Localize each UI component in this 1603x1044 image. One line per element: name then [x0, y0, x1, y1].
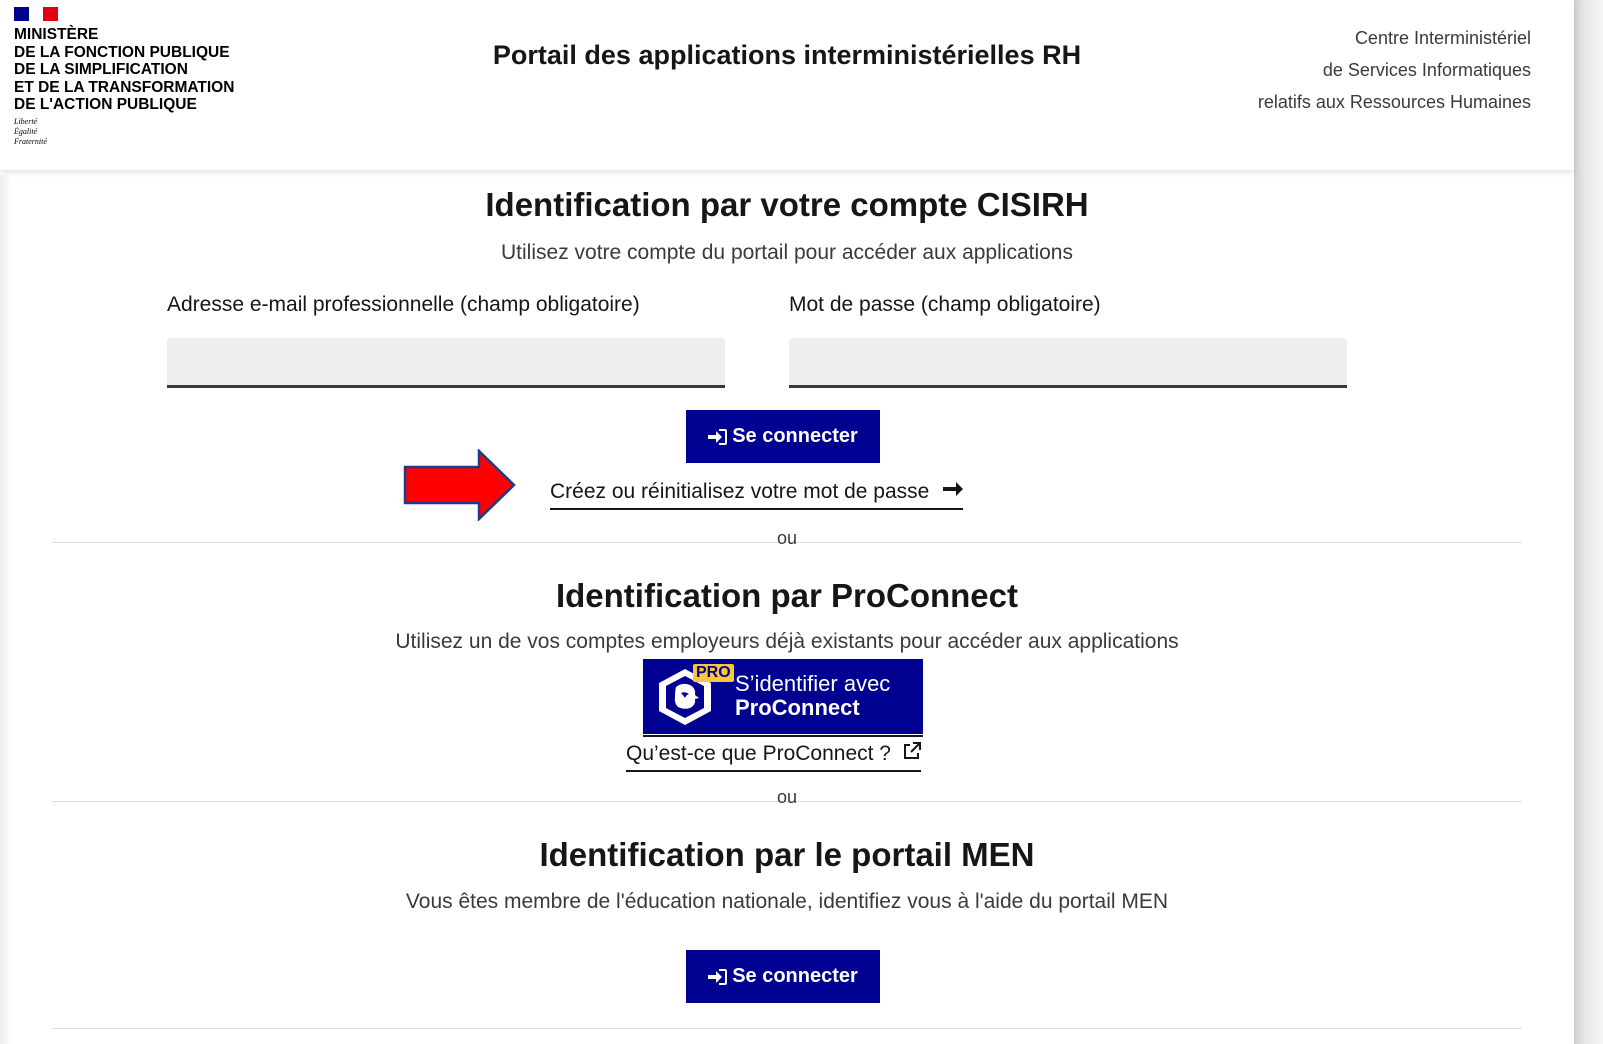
motto-line: Égalité — [14, 127, 38, 136]
men-subtitle: Vous êtes membre de l'éducation national… — [405, 890, 1169, 913]
men-title: Identification par le portail MEN — [539, 836, 1035, 873]
motto-line: Liberté — [14, 117, 38, 126]
service-center-name: Centre Interministériel de Services Info… — [1258, 22, 1531, 118]
external-link-icon — [903, 742, 921, 766]
marianne-flag-logo[interactable] — [14, 7, 58, 21]
proconnect-subtitle: Utilisez un de vos comptes employeurs dé… — [395, 630, 1179, 653]
center-line: relatifs aux Ressources Humaines — [1257, 92, 1531, 112]
email-input[interactable] — [167, 338, 725, 388]
ministry-line: DE L'ACTION PUBLIQUE — [14, 96, 197, 114]
reset-password-link[interactable]: Créez ou réinitialisez votre mot de pass… — [550, 480, 964, 510]
proconnect-button-line2: ProConnect — [735, 695, 860, 720]
password-label: Mot de passe (champ obligatoire) — [789, 293, 1101, 316]
divider — [52, 1028, 1522, 1029]
or-separator: ou — [776, 528, 798, 548]
email-label: Adresse e-mail professionnelle (champ ob… — [167, 293, 640, 316]
men-login-label: Se connecter — [732, 965, 858, 987]
site-header: MINISTÈRE DE LA FONCTION PUBLIQUE DE LA … — [0, 0, 1574, 170]
cisirh-subtitle: Utilisez votre compte du portail pour ac… — [501, 241, 1073, 264]
proconnect-title: Identification par ProConnect — [555, 577, 1019, 614]
proconnect-button-text: S’identifier avec ProConnect — [735, 672, 890, 720]
or-separator: ou — [776, 787, 798, 807]
cisirh-login-button[interactable]: Se connecter — [686, 410, 880, 463]
login-icon — [708, 968, 728, 986]
password-input[interactable] — [789, 338, 1347, 388]
proconnect-button-underline — [643, 735, 923, 737]
reset-password-label: Créez ou réinitialisez votre mot de pass… — [550, 480, 930, 503]
annotation-arrow-icon — [403, 448, 517, 526]
what-is-proconnect-link[interactable]: Qu’est-ce que ProConnect ? — [626, 742, 921, 772]
window-shadow — [1574, 0, 1603, 1044]
cisirh-login-label: Se connecter — [732, 425, 858, 447]
pro-badge: PRO — [693, 664, 734, 682]
login-icon — [708, 428, 728, 446]
men-login-button[interactable]: Se connecter — [686, 950, 880, 1003]
proconnect-button[interactable]: PRO S’identifier avec ProConnect — [643, 659, 923, 734]
republic-motto: Liberté Égalité Fraternité — [14, 117, 47, 147]
what-is-proconnect-label: Qu’est-ce que ProConnect ? — [626, 742, 891, 765]
ministry-line: ET DE LA TRANSFORMATION — [14, 78, 235, 96]
proconnect-button-line1: S’identifier avec — [735, 671, 891, 696]
arrow-right-icon — [943, 480, 964, 504]
motto-line: Fraternité — [14, 137, 47, 146]
center-line: de Services Informatiques — [1322, 60, 1531, 80]
cisirh-title: Identification par votre compte CISIRH — [485, 186, 1089, 223]
center-line: Centre Interministériel — [1354, 28, 1531, 48]
